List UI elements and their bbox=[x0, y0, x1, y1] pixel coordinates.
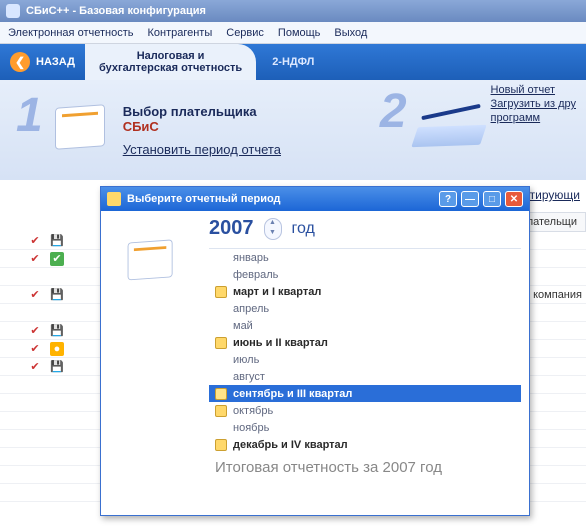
period-dialog: Выберите отчетный период ? — □ ✕ 2007 ▲ … bbox=[100, 186, 530, 516]
payer-company-name[interactable]: СБиС bbox=[123, 119, 281, 134]
period-item-label: август bbox=[233, 371, 265, 383]
period-item-label: апрель bbox=[233, 303, 269, 315]
status-check-icon: ✔ bbox=[28, 234, 42, 248]
load-other-link1[interactable]: Загрузить из дру bbox=[491, 98, 576, 110]
tab-2ndfl[interactable]: 2-НДФЛ bbox=[256, 44, 330, 80]
status-check-icon: ✔ bbox=[28, 288, 42, 302]
tab-tax-accounting[interactable]: Налоговая и бухгалтерская отчетность bbox=[85, 44, 256, 80]
period-item-label: октябрь bbox=[233, 405, 273, 417]
period-folder-icon bbox=[215, 388, 227, 400]
back-label: НАЗАД bbox=[36, 56, 75, 68]
status-warn-icon: ● bbox=[50, 342, 64, 356]
menu-item-exit[interactable]: Выход bbox=[334, 27, 367, 39]
period-item[interactable]: июнь и II квартал bbox=[209, 334, 521, 351]
period-item-label: февраль bbox=[233, 269, 278, 281]
period-item[interactable]: октябрь bbox=[209, 402, 521, 419]
period-item[interactable]: январь bbox=[209, 249, 521, 266]
dialog-icon-pane bbox=[101, 211, 201, 515]
minimize-button[interactable]: — bbox=[461, 191, 479, 207]
year-spinner[interactable]: ▲ ▼ bbox=[264, 218, 282, 240]
period-item[interactable]: апрель bbox=[209, 300, 521, 317]
menu-item-service[interactable]: Сервис bbox=[226, 27, 264, 39]
period-item-label: июль bbox=[233, 354, 259, 366]
step-1-number: 1 bbox=[16, 88, 43, 172]
period-item[interactable]: ноябрь bbox=[209, 419, 521, 436]
period-item[interactable]: август bbox=[209, 368, 521, 385]
period-item-label: май bbox=[233, 320, 253, 332]
period-item[interactable]: декабрь и IV квартал bbox=[209, 436, 521, 453]
status-check-icon: ✔ bbox=[28, 360, 42, 374]
back-arrow-icon: ❮ bbox=[10, 52, 30, 72]
step-2-number: 2 bbox=[380, 84, 407, 139]
period-item[interactable]: июль bbox=[209, 351, 521, 368]
period-item-label: июнь и II квартал bbox=[233, 337, 328, 349]
tab-2ndfl-label: 2-НДФЛ bbox=[272, 56, 314, 68]
period-folder-icon bbox=[215, 439, 227, 451]
steps-panel: 1 Выбор плательщика СБиС Установить пери… bbox=[0, 80, 586, 180]
status-check-icon: ✔ bbox=[28, 324, 42, 338]
step-2-block: 2 Новый отчет Загрузить из дру программ bbox=[380, 84, 576, 150]
period-item[interactable]: март и I квартал bbox=[209, 283, 521, 300]
app-icon bbox=[6, 4, 20, 18]
status-check-icon: ✔ bbox=[28, 252, 42, 266]
menu-bar: Электронная отчетность Контрагенты Серви… bbox=[0, 22, 586, 44]
period-folder-icon bbox=[215, 405, 227, 417]
status-save-icon: 💾 bbox=[50, 288, 64, 302]
nav-strip: ❮ НАЗАД Налоговая и бухгалтерская отчетн… bbox=[0, 44, 586, 80]
new-report-link[interactable]: Новый отчет bbox=[491, 84, 576, 96]
status-save-icon: 💾 bbox=[50, 360, 64, 374]
calendar-icon bbox=[124, 232, 178, 286]
year-value[interactable]: 2007 bbox=[209, 217, 254, 240]
payer-select-title: Выбор плательщика bbox=[123, 104, 281, 119]
app-titlebar: СБиС++ - Базовая конфигурация bbox=[0, 0, 586, 22]
status-save-icon: 💾 bbox=[50, 324, 64, 338]
maximize-button[interactable]: □ bbox=[483, 191, 501, 207]
period-item-label: декабрь и IV квартал bbox=[233, 439, 348, 451]
close-button[interactable]: ✕ bbox=[505, 191, 523, 207]
period-item[interactable]: май bbox=[209, 317, 521, 334]
tab-active-line2: бухгалтерская отчетность bbox=[99, 62, 242, 74]
spinner-down-icon[interactable]: ▼ bbox=[265, 229, 281, 239]
load-other-link2[interactable]: программ bbox=[491, 112, 576, 124]
year-label: год bbox=[292, 220, 315, 238]
dialog-title-text: Выберите отчетный период bbox=[127, 193, 281, 205]
set-period-link[interactable]: Установить период отчета bbox=[123, 142, 281, 157]
status-check-icon: ✔ bbox=[28, 342, 42, 356]
status-save-icon: 💾 bbox=[50, 234, 64, 248]
period-folder-icon bbox=[215, 337, 227, 349]
pen-icon bbox=[415, 100, 485, 150]
spinner-up-icon[interactable]: ▲ bbox=[265, 219, 281, 229]
tab-active-line1: Налоговая и bbox=[137, 50, 205, 62]
year-summary-item[interactable]: Итоговая отчетность за 2007 год bbox=[209, 453, 521, 476]
back-button[interactable]: ❮ НАЗАД bbox=[0, 44, 85, 80]
calendar-icon bbox=[51, 96, 111, 156]
period-item-label: сентябрь и III квартал bbox=[233, 388, 352, 400]
editing-partial-text: ктирующи bbox=[524, 188, 580, 202]
menu-item-reporting[interactable]: Электронная отчетность bbox=[8, 27, 133, 39]
dialog-titlebar[interactable]: Выберите отчетный период ? — □ ✕ bbox=[101, 187, 529, 211]
menu-item-help[interactable]: Помощь bbox=[278, 27, 321, 39]
status-ok-icon: ✔ bbox=[50, 252, 64, 266]
period-item-label: март и I квартал bbox=[233, 286, 321, 298]
period-item-label: январь bbox=[233, 252, 269, 264]
dialog-icon bbox=[107, 192, 121, 206]
period-list: январь февраль март и I квартал апрель май ию… bbox=[209, 248, 521, 453]
menu-item-contragents[interactable]: Контрагенты bbox=[147, 27, 212, 39]
period-item[interactable]: февраль bbox=[209, 266, 521, 283]
period-item-label: ноябрь bbox=[233, 422, 269, 434]
help-button[interactable]: ? bbox=[439, 191, 457, 207]
period-item[interactable]: сентябрь и III квартал bbox=[209, 385, 521, 402]
period-folder-icon bbox=[215, 286, 227, 298]
app-title: СБиС++ - Базовая конфигурация bbox=[26, 5, 206, 17]
